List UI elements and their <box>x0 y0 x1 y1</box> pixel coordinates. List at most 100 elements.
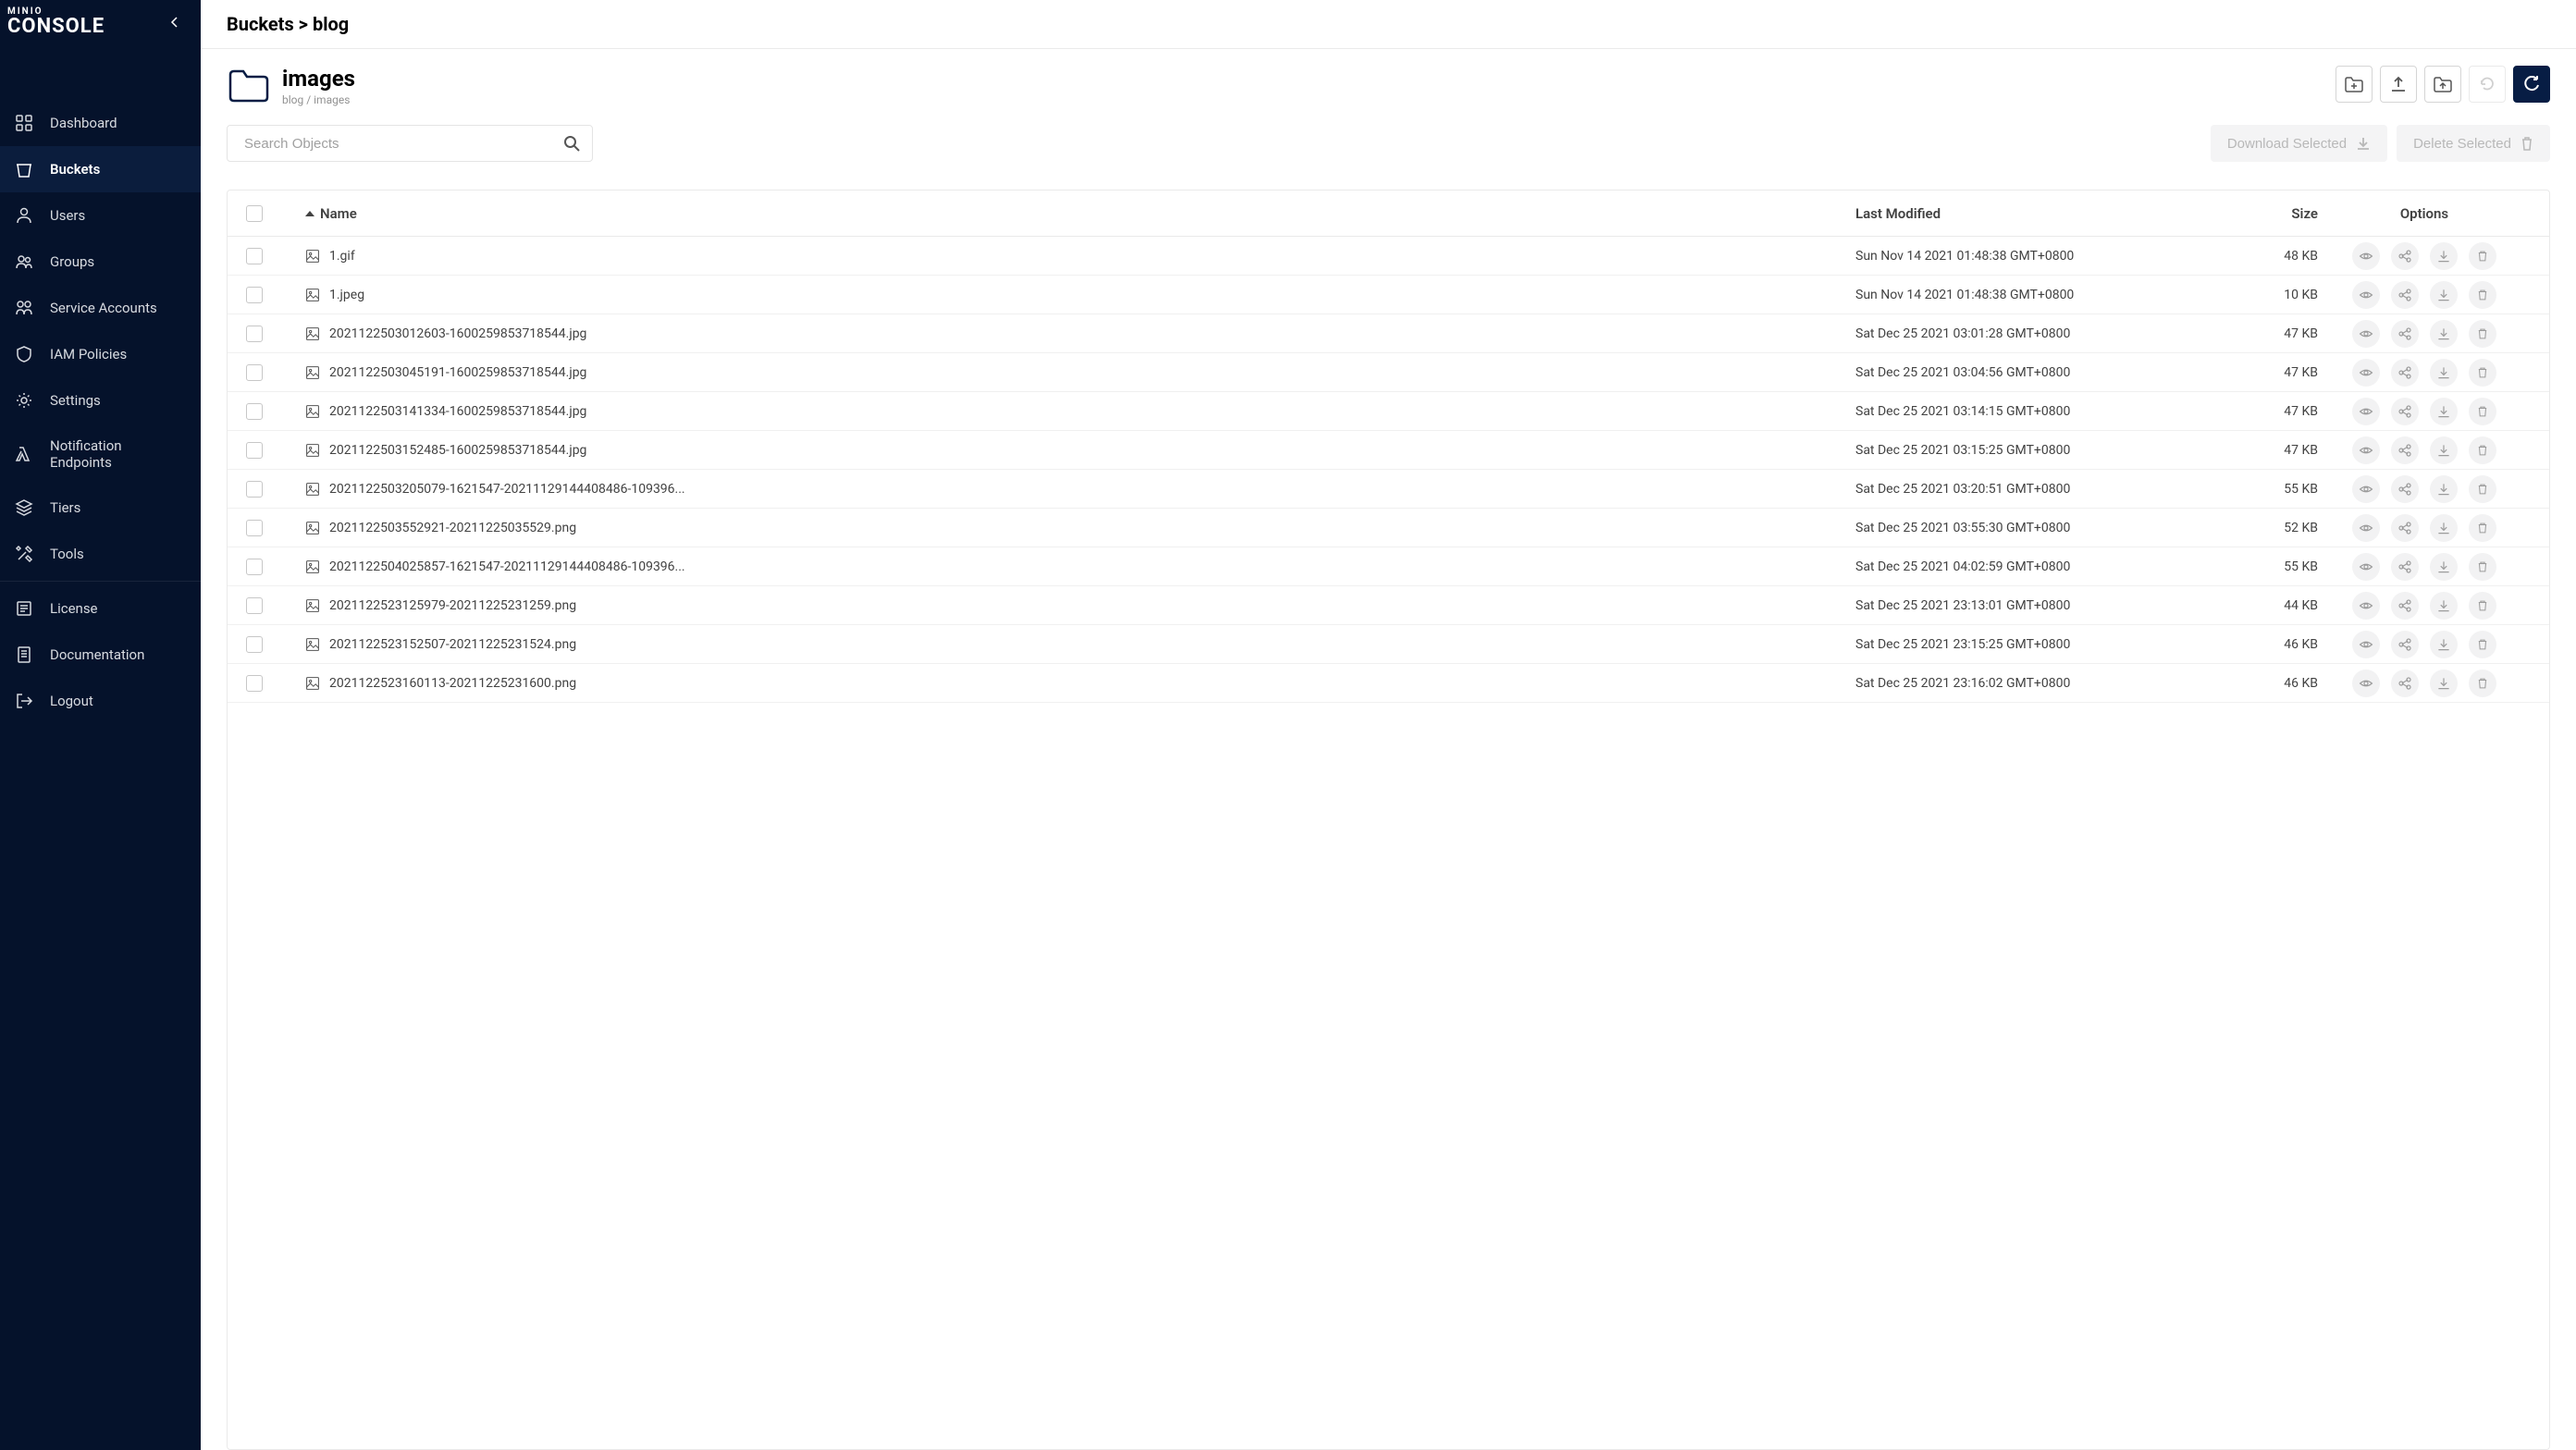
sidebar-item-buckets[interactable]: Buckets <box>0 146 201 192</box>
delete-button[interactable] <box>2469 670 2496 697</box>
share-button[interactable] <box>2391 398 2419 425</box>
preview-button[interactable] <box>2352 359 2380 387</box>
folder-path: blog / images <box>282 93 355 106</box>
search-input[interactable] <box>227 125 593 162</box>
delete-button[interactable] <box>2469 436 2496 464</box>
download-button[interactable] <box>2430 631 2458 658</box>
table-row[interactable]: 2021122504025857-1621547-202111291444084… <box>228 547 2549 586</box>
sidebar-item-documentation[interactable]: Documentation <box>0 632 201 678</box>
sidebar-item-iam-policies[interactable]: IAM Policies <box>0 331 201 377</box>
preview-button[interactable] <box>2352 592 2380 620</box>
share-button[interactable] <box>2391 670 2419 697</box>
table-row[interactable]: 2021122523125979-20211225231259.png Sat … <box>228 586 2549 625</box>
column-modified-header[interactable]: Last Modified <box>1855 205 2225 222</box>
table-row[interactable]: 2021122523152507-20211225231524.png Sat … <box>228 625 2549 664</box>
download-button[interactable] <box>2430 281 2458 309</box>
sidebar-item-logout[interactable]: Logout <box>0 678 201 724</box>
sidebar-item-groups[interactable]: Groups <box>0 239 201 285</box>
delete-button[interactable] <box>2469 514 2496 542</box>
table-row[interactable]: 2021122503141334-1600259853718544.jpg Sa… <box>228 392 2549 431</box>
refresh-button[interactable] <box>2513 66 2550 103</box>
share-button[interactable] <box>2391 242 2419 270</box>
sidebar-item-settings[interactable]: Settings <box>0 377 201 424</box>
upload-folder-button[interactable] <box>2424 66 2461 103</box>
share-button[interactable] <box>2391 592 2419 620</box>
preview-button[interactable] <box>2352 320 2380 348</box>
preview-button[interactable] <box>2352 475 2380 503</box>
row-checkbox[interactable] <box>246 559 263 575</box>
row-checkbox[interactable] <box>246 481 263 498</box>
table-row[interactable]: 2021122503152485-1600259853718544.jpg Sa… <box>228 431 2549 470</box>
select-all-checkbox[interactable] <box>246 205 263 222</box>
share-button[interactable] <box>2391 281 2419 309</box>
delete-button[interactable] <box>2469 320 2496 348</box>
download-button[interactable] <box>2430 592 2458 620</box>
row-checkbox[interactable] <box>246 403 263 420</box>
row-checkbox[interactable] <box>246 675 263 692</box>
new-folder-button[interactable] <box>2336 66 2373 103</box>
sidebar-item-dashboard[interactable]: Dashboard <box>0 100 201 146</box>
preview-button[interactable] <box>2352 514 2380 542</box>
table-row[interactable]: 2021122503012603-1600259853718544.jpg Sa… <box>228 314 2549 353</box>
nav-divider <box>0 581 201 582</box>
download-selected-button[interactable]: Download Selected <box>2211 125 2387 162</box>
share-button[interactable] <box>2391 514 2419 542</box>
share-button[interactable] <box>2391 436 2419 464</box>
preview-button[interactable] <box>2352 631 2380 658</box>
download-button[interactable] <box>2430 398 2458 425</box>
table-row[interactable]: 1.jpeg Sun Nov 14 2021 01:48:38 GMT+0800… <box>228 276 2549 314</box>
row-checkbox[interactable] <box>246 442 263 459</box>
preview-button[interactable] <box>2352 436 2380 464</box>
download-button[interactable] <box>2430 475 2458 503</box>
share-icon <box>2397 326 2412 341</box>
preview-button[interactable] <box>2352 281 2380 309</box>
table-row[interactable]: 2021122503552921-20211225035529.png Sat … <box>228 509 2549 547</box>
preview-button[interactable] <box>2352 553 2380 581</box>
sidebar-collapse-button[interactable] <box>162 9 188 35</box>
delete-button[interactable] <box>2469 553 2496 581</box>
table-row[interactable]: 2021122503205079-1621547-202111291444084… <box>228 470 2549 509</box>
table-row[interactable]: 2021122503045191-1600259853718544.jpg Sa… <box>228 353 2549 392</box>
share-button[interactable] <box>2391 320 2419 348</box>
download-button[interactable] <box>2430 553 2458 581</box>
delete-button[interactable] <box>2469 398 2496 425</box>
row-checkbox[interactable] <box>246 326 263 342</box>
share-button[interactable] <box>2391 359 2419 387</box>
download-button[interactable] <box>2430 242 2458 270</box>
sidebar-item-tiers[interactable]: Tiers <box>0 485 201 531</box>
row-checkbox[interactable] <box>246 636 263 653</box>
preview-button[interactable] <box>2352 242 2380 270</box>
upload-button[interactable] <box>2380 66 2417 103</box>
delete-button[interactable] <box>2469 281 2496 309</box>
row-checkbox[interactable] <box>246 364 263 381</box>
delete-selected-button[interactable]: Delete Selected <box>2397 125 2550 162</box>
column-name-header[interactable]: Name <box>292 205 1855 222</box>
table-row[interactable]: 1.gif Sun Nov 14 2021 01:48:38 GMT+0800 … <box>228 237 2549 276</box>
sidebar-item-users[interactable]: Users <box>0 192 201 239</box>
share-button[interactable] <box>2391 631 2419 658</box>
share-button[interactable] <box>2391 475 2419 503</box>
row-checkbox[interactable] <box>246 248 263 264</box>
share-button[interactable] <box>2391 553 2419 581</box>
preview-button[interactable] <box>2352 670 2380 697</box>
column-size-header[interactable]: Size <box>2225 205 2318 222</box>
delete-button[interactable] <box>2469 592 2496 620</box>
sidebar-item-service-accounts[interactable]: Service Accounts <box>0 285 201 331</box>
table-row[interactable]: 2021122523160113-20211225231600.png Sat … <box>228 664 2549 703</box>
download-button[interactable] <box>2430 514 2458 542</box>
sidebar-item-notification-endpoints[interactable]: Notification Endpoints <box>0 424 201 485</box>
sidebar-item-license[interactable]: License <box>0 585 201 632</box>
download-button[interactable] <box>2430 670 2458 697</box>
row-checkbox[interactable] <box>246 597 263 614</box>
download-button[interactable] <box>2430 320 2458 348</box>
delete-button[interactable] <box>2469 631 2496 658</box>
row-checkbox[interactable] <box>246 287 263 303</box>
download-button[interactable] <box>2430 436 2458 464</box>
delete-button[interactable] <box>2469 475 2496 503</box>
preview-button[interactable] <box>2352 398 2380 425</box>
row-checkbox[interactable] <box>246 520 263 536</box>
sidebar-item-tools[interactable]: Tools <box>0 531 201 577</box>
download-button[interactable] <box>2430 359 2458 387</box>
delete-button[interactable] <box>2469 242 2496 270</box>
delete-button[interactable] <box>2469 359 2496 387</box>
